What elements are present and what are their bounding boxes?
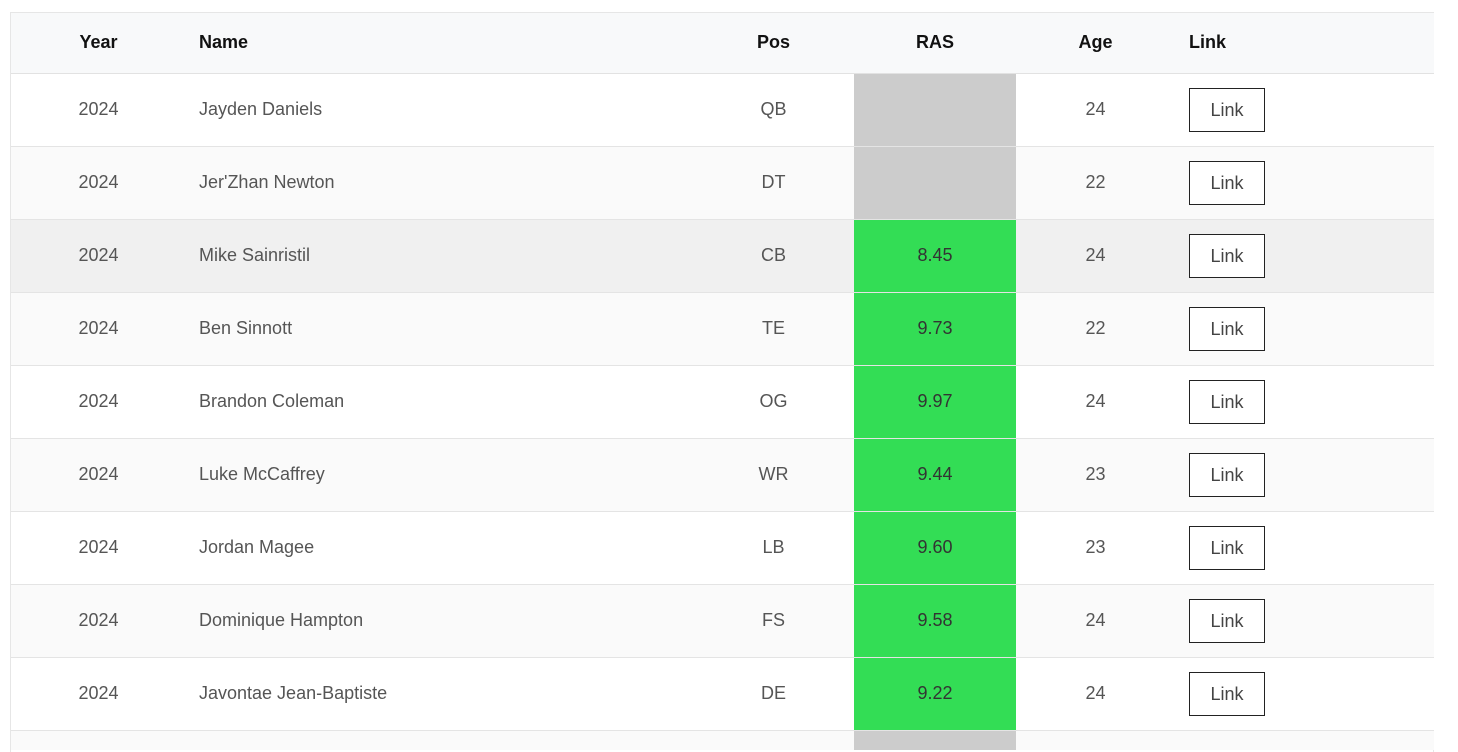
cell-link: Link xyxy=(1175,365,1434,439)
cell-name: Jer'Zhan Newton xyxy=(186,146,693,220)
players-table-container: Year Name Pos RAS Age Link 2024 Jayden D… xyxy=(10,12,1434,752)
cell-ras: 9.22 xyxy=(854,657,1016,731)
cell-ras xyxy=(854,146,1016,220)
cell-age: 23 xyxy=(1016,438,1175,512)
cell-link xyxy=(1175,730,1434,750)
table-row: 2024 Mike Sainristil CB 8.45 24 Link xyxy=(11,219,1434,293)
link-button[interactable]: Link xyxy=(1189,87,1265,132)
table-row: 2024 Jer'Zhan Newton DT 22 Link xyxy=(11,146,1434,220)
cell-age: 23 xyxy=(1016,511,1175,585)
cell-link: Link xyxy=(1175,438,1434,512)
cell-ras: 9.58 xyxy=(854,584,1016,658)
link-button[interactable]: Link xyxy=(1189,452,1265,497)
cell-ras xyxy=(854,73,1016,147)
cell-age: 22 xyxy=(1016,146,1175,220)
cell-year xyxy=(11,730,186,750)
cell-name: Luke McCaffrey xyxy=(186,438,693,512)
column-header-age[interactable]: Age xyxy=(1016,13,1175,74)
column-header-ras[interactable]: RAS xyxy=(854,13,1016,74)
cell-pos: OG xyxy=(693,365,854,439)
cell-name: Ben Sinnott xyxy=(186,292,693,366)
cell-ras: 9.60 xyxy=(854,511,1016,585)
cell-ras: 9.44 xyxy=(854,438,1016,512)
cell-ras: 9.97 xyxy=(854,365,1016,439)
table-row: 2024 Dominique Hampton FS 9.58 24 Link xyxy=(11,584,1434,658)
table-row xyxy=(11,730,1434,750)
cell-year: 2024 xyxy=(11,146,186,220)
cell-age: 24 xyxy=(1016,365,1175,439)
cell-pos: CB xyxy=(693,219,854,293)
link-button[interactable]: Link xyxy=(1189,233,1265,278)
cell-link: Link xyxy=(1175,73,1434,147)
table-row: 2024 Luke McCaffrey WR 9.44 23 Link xyxy=(11,438,1434,512)
cell-name: Brandon Coleman xyxy=(186,365,693,439)
cell-pos: QB xyxy=(693,73,854,147)
link-button[interactable]: Link xyxy=(1189,306,1265,351)
cell-pos: WR xyxy=(693,438,854,512)
cell-link: Link xyxy=(1175,219,1434,293)
cell-age: 24 xyxy=(1016,219,1175,293)
cell-age: 24 xyxy=(1016,584,1175,658)
link-button[interactable]: Link xyxy=(1189,598,1265,643)
cell-year: 2024 xyxy=(11,438,186,512)
table-row: 2024 Brandon Coleman OG 9.97 24 Link xyxy=(11,365,1434,439)
column-header-pos[interactable]: Pos xyxy=(693,13,854,74)
table-row: 2024 Javontae Jean-Baptiste DE 9.22 24 L… xyxy=(11,657,1434,731)
cell-pos: TE xyxy=(693,292,854,366)
cell-year: 2024 xyxy=(11,219,186,293)
link-button[interactable]: Link xyxy=(1189,525,1265,570)
cell-age: 24 xyxy=(1016,657,1175,731)
cell-year: 2024 xyxy=(11,511,186,585)
cell-year: 2024 xyxy=(11,365,186,439)
cell-link: Link xyxy=(1175,511,1434,585)
cell-pos: DE xyxy=(693,657,854,731)
cell-name: Jayden Daniels xyxy=(186,73,693,147)
cell-ras: 9.73 xyxy=(854,292,1016,366)
cell-pos: FS xyxy=(693,584,854,658)
column-header-year[interactable]: Year xyxy=(11,13,186,74)
cell-pos xyxy=(693,730,854,750)
cell-age: 22 xyxy=(1016,292,1175,366)
cell-pos: LB xyxy=(693,511,854,585)
cell-name: Jordan Magee xyxy=(186,511,693,585)
link-button[interactable]: Link xyxy=(1189,671,1265,716)
page-margin xyxy=(1434,0,1458,742)
cell-link: Link xyxy=(1175,146,1434,220)
cell-link: Link xyxy=(1175,584,1434,658)
cell-name xyxy=(186,730,693,750)
cell-age: 24 xyxy=(1016,73,1175,147)
table-row: 2024 Jordan Magee LB 9.60 23 Link xyxy=(11,511,1434,585)
cell-name: Javontae Jean-Baptiste xyxy=(186,657,693,731)
link-button[interactable]: Link xyxy=(1189,160,1265,205)
cell-pos: DT xyxy=(693,146,854,220)
cell-year: 2024 xyxy=(11,73,186,147)
cell-link: Link xyxy=(1175,292,1434,366)
cell-year: 2024 xyxy=(11,292,186,366)
players-table: Year Name Pos RAS Age Link 2024 Jayden D… xyxy=(11,13,1434,750)
column-header-name[interactable]: Name xyxy=(186,13,693,74)
table-row: 2024 Ben Sinnott TE 9.73 22 Link xyxy=(11,292,1434,366)
table-header: Year Name Pos RAS Age Link xyxy=(11,13,1434,74)
link-button[interactable]: Link xyxy=(1189,379,1265,424)
table-body: 2024 Jayden Daniels QB 24 Link 2024 Jer'… xyxy=(11,73,1434,750)
cell-year: 2024 xyxy=(11,584,186,658)
cell-age xyxy=(1016,730,1175,750)
cell-name: Mike Sainristil xyxy=(186,219,693,293)
column-header-link[interactable]: Link xyxy=(1175,13,1434,74)
cell-name: Dominique Hampton xyxy=(186,584,693,658)
cell-ras xyxy=(854,730,1016,750)
cell-year: 2024 xyxy=(11,657,186,731)
cell-link: Link xyxy=(1175,657,1434,731)
header-row: Year Name Pos RAS Age Link xyxy=(11,13,1434,74)
cell-ras: 8.45 xyxy=(854,219,1016,293)
table-row: 2024 Jayden Daniels QB 24 Link xyxy=(11,73,1434,147)
